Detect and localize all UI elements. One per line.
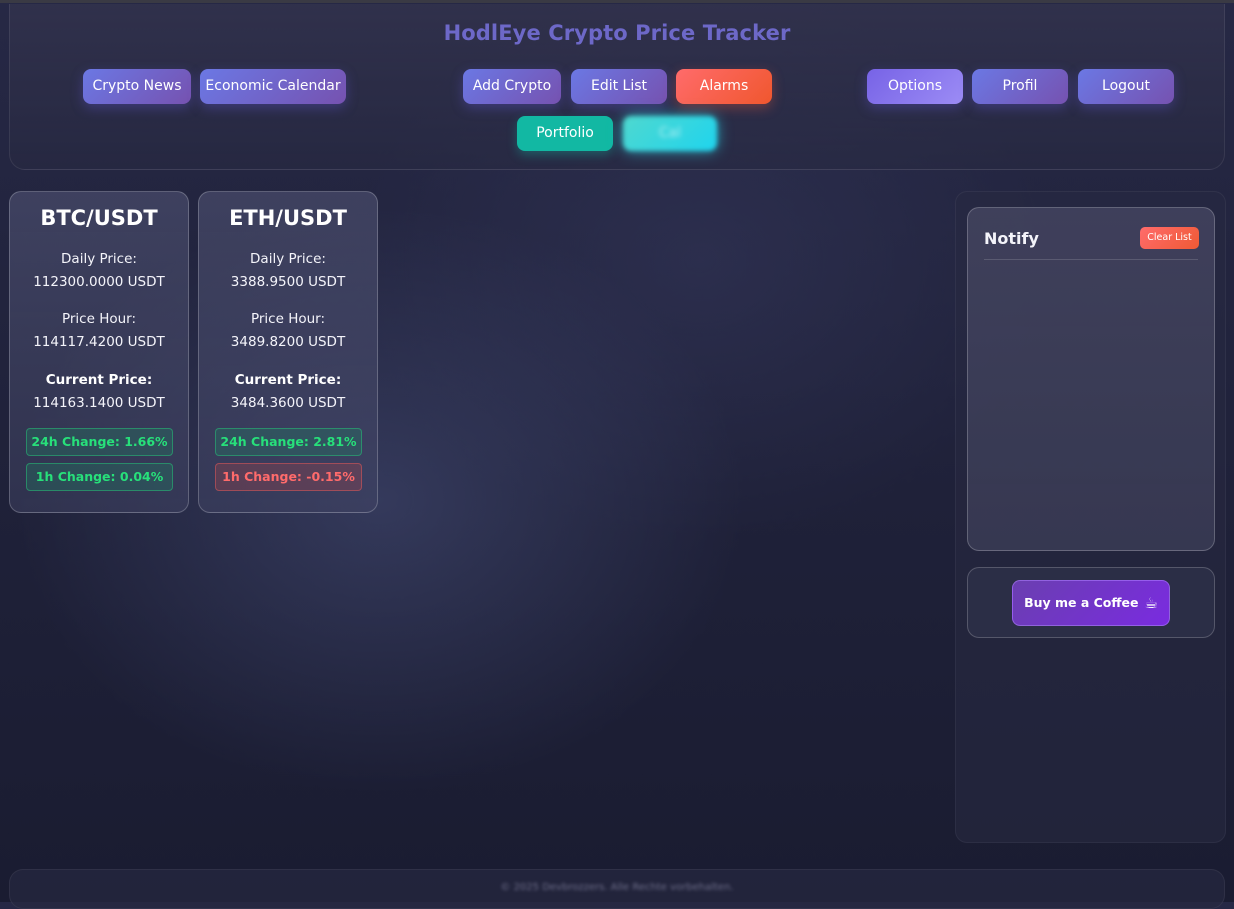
notify-panel: Notify Clear List	[967, 207, 1215, 551]
crypto-card-eth: ETH/USDT Daily Price: 3388.9500 USDT Pri…	[198, 191, 378, 513]
edit-list-button[interactable]: Edit List	[571, 69, 667, 104]
current-price-value: 114163.1400 USDT	[33, 395, 165, 411]
portfolio-button[interactable]: Portfolio	[517, 116, 613, 151]
current-price-value: 3484.3600 USDT	[230, 395, 346, 411]
add-crypto-button[interactable]: Add Crypto	[463, 69, 561, 104]
daily-price-value: 3388.9500 USDT	[230, 274, 346, 290]
card-pair-title: ETH/USDT	[229, 206, 347, 230]
profile-button[interactable]: Profil	[972, 69, 1068, 104]
options-button[interactable]: Options	[867, 69, 963, 104]
coffee-cup-icon: ☕	[1144, 594, 1158, 612]
buy-me-a-coffee-button[interactable]: Buy me a Coffee ☕	[1012, 580, 1170, 626]
coffee-label: Buy me a Coffee	[1024, 595, 1139, 610]
change-1h-badge: 1h Change: 0.04%	[26, 463, 173, 491]
blurred-button[interactable]: Cal	[623, 116, 717, 151]
notify-title: Notify	[984, 229, 1039, 248]
crypto-news-button[interactable]: Crypto News	[83, 69, 191, 104]
current-price-label: Current Price:	[45, 372, 153, 388]
change-24h-badge: 24h Change: 2.81%	[215, 428, 362, 456]
crypto-card-btc: BTC/USDT Daily Price: 112300.0000 USDT P…	[9, 191, 189, 513]
daily-price-label: Daily Price:	[61, 251, 137, 267]
hour-price-value: 114117.4200 USDT	[33, 334, 165, 350]
economic-calendar-button[interactable]: Economic Calendar	[200, 69, 346, 104]
daily-price-label: Daily Price:	[250, 251, 326, 267]
change-1h-badge: 1h Change: -0.15%	[215, 463, 362, 491]
current-price-label: Current Price:	[234, 372, 342, 388]
notify-divider	[984, 259, 1198, 260]
card-pair-title: BTC/USDT	[40, 206, 158, 230]
hour-price-label: Price Hour:	[250, 311, 326, 327]
footer-copyright: © 2025 Devbrozzers. Alle Rechte vorbehal…	[500, 882, 734, 893]
app-title: HodlEye Crypto Price Tracker	[443, 21, 791, 45]
window-top-border	[0, 0, 1234, 3]
logout-button[interactable]: Logout	[1078, 69, 1174, 104]
footer: © 2025 Devbrozzers. Alle Rechte vorbehal…	[9, 869, 1225, 909]
daily-price-value: 112300.0000 USDT	[33, 274, 165, 290]
hour-price-value: 3489.8200 USDT	[230, 334, 346, 350]
change-24h-badge: 24h Change: 1.66%	[26, 428, 173, 456]
clear-list-button[interactable]: Clear List	[1140, 227, 1199, 249]
hour-price-label: Price Hour:	[61, 311, 137, 327]
alarms-button[interactable]: Alarms	[676, 69, 772, 104]
